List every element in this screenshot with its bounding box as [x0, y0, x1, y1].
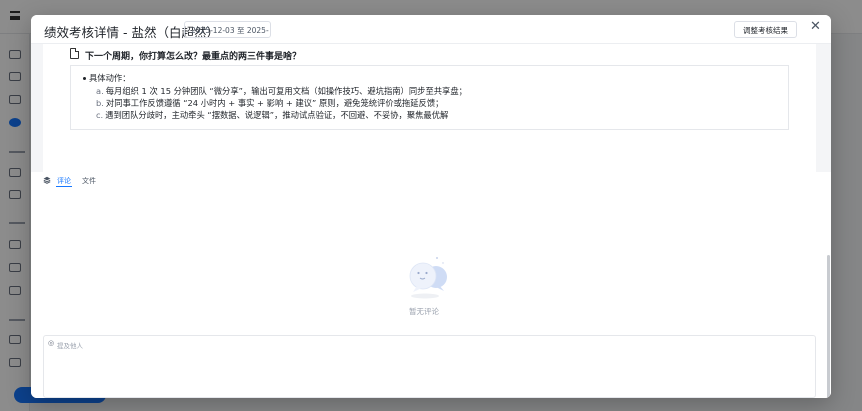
answer-item-text: 遇到团队分歧时，主动牵头 “摆数据、说逻辑”，推动试点验证，不回避、不妥协，聚焦…: [105, 110, 449, 120]
answer-item: c. 遇到团队分歧时，主动牵头 “摆数据、说逻辑”，推动试点验证，不回避、不妥协，…: [96, 109, 448, 121]
answer-item: a. 每月组织 1 次 15 分钟团队 “微分享”，输出可复用文档（如操作技巧、避…: [96, 85, 467, 97]
answer-item-number: a.: [96, 86, 104, 96]
scrollbar-thumb[interactable]: [827, 255, 830, 398]
date-range-select[interactable]: 2025-12-03 至 2025- ⌄: [184, 21, 271, 38]
answer-heading-text: 具体动作：: [89, 73, 131, 83]
answer-item-text: 对同事工作反馈遵循 “24 小时内 + 事实 + 影响 + 建议” 原则，避免笼…: [105, 98, 444, 108]
performance-detail-modal: 绩效考核详情 - 盐然（白超然） 2025-12-03 至 2025- ⌄ 调整…: [31, 15, 831, 398]
modal-header: 绩效考核详情 - 盐然（白超然） 2025-12-03 至 2025- ⌄ 调整…: [31, 15, 831, 44]
answer-box: 具体动作： a. 每月组织 1 次 15 分钟团队 “微分享”，输出可复用文档（如…: [70, 65, 789, 130]
tab-files[interactable]: 文件: [82, 176, 96, 186]
document-icon: [70, 48, 79, 59]
answer-item-text: 每月组织 1 次 15 分钟团队 “微分享”，输出可复用文档（如操作技巧、避坑指…: [105, 86, 467, 96]
mention-placeholder: 提及他人: [57, 342, 83, 350]
answer-item-number: b.: [96, 98, 104, 108]
layers-icon: [43, 176, 51, 184]
empty-state-text: 暂无评论: [409, 307, 439, 316]
question-title: 下一个周期，你打算怎么改？最重点的两三件事是啥？: [85, 52, 302, 62]
empty-comments-icon: [409, 257, 447, 299]
adjust-result-button[interactable]: 调整考核结果: [734, 21, 797, 38]
tab-comments[interactable]: 评论: [57, 176, 71, 186]
answer-heading: 具体动作：: [83, 72, 131, 84]
date-range-value: 2025-12-03 至 2025-: [191, 26, 269, 35]
mention-icon[interactable]: ◎: [48, 339, 54, 347]
bullet-icon: [83, 77, 86, 80]
answer-item: b. 对同事工作反馈遵循 “24 小时内 + 事实 + 影响 + 建议” 原则，避…: [96, 97, 443, 109]
answer-item-number: c.: [96, 110, 104, 120]
close-icon[interactable]: ✕: [810, 20, 821, 33]
tab-active-indicator: [56, 186, 72, 187]
comment-input[interactable]: [43, 335, 816, 398]
chevron-down-icon: ⌄: [260, 24, 266, 32]
